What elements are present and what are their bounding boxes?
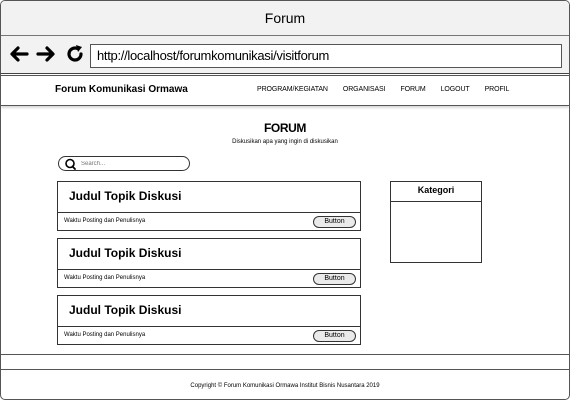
topic-card[interactable]: Judul Topik Diskusi Waktu Posting dan Pe… — [57, 238, 361, 288]
site-header: Forum Komunikasi Ormawa PROGRAM/KEGIATAN… — [1, 75, 569, 106]
topic-meta: Waktu Posting dan Penulisnya — [64, 332, 146, 338]
site-brand[interactable]: Forum Komunikasi Ormawa — [55, 84, 188, 95]
topic-title[interactable]: Judul Topik Diskusi — [69, 246, 181, 260]
back-icon[interactable] — [7, 42, 31, 66]
topic-meta-row: Waktu Posting dan Penulisnya Button — [58, 212, 360, 231]
topic-meta-row: Waktu Posting dan Penulisnya Button — [58, 269, 360, 288]
category-title: Kategori — [391, 182, 481, 202]
footer-divider — [1, 354, 569, 370]
url-field[interactable]: http://localhost/forumkomunikasi/visitfo… — [90, 44, 562, 68]
topic-button[interactable]: Button — [313, 330, 356, 342]
menu-item-organisasi[interactable]: ORGANISASI — [343, 86, 386, 93]
page-title: FORUM — [264, 121, 306, 135]
search-box[interactable] — [58, 156, 190, 171]
topic-card[interactable]: Judul Topik Diskusi Waktu Posting dan Pe… — [57, 295, 361, 345]
search-icon — [65, 158, 76, 170]
menu-item-profil[interactable]: PROFIL — [485, 86, 510, 93]
window-title: Forum — [264, 10, 306, 26]
title-bar: Forum — [1, 1, 569, 36]
footer-copyright: Copyright © Forum Komunikasi Ormawa Inst… — [190, 383, 380, 389]
browser-window: Forum http://localhost/forumkomunikasi/v… — [0, 0, 570, 400]
address-bar: http://localhost/forumkomunikasi/visitfo… — [1, 36, 569, 74]
page-subtitle: Diskusikan apa yang ingin di diskusikan — [232, 139, 338, 145]
menu-item-logout[interactable]: LOGOUT — [441, 86, 470, 93]
menu-item-forum[interactable]: FORUM — [400, 86, 425, 93]
category-panel: Kategori — [390, 181, 482, 263]
main-menu: PROGRAM/KEGIATAN ORGANISASI FORUM LOGOUT… — [257, 86, 524, 93]
topic-meta-row: Waktu Posting dan Penulisnya Button — [58, 326, 360, 345]
search-input[interactable] — [81, 158, 181, 170]
menu-item-program[interactable]: PROGRAM/KEGIATAN — [257, 86, 328, 93]
reload-icon[interactable] — [63, 42, 87, 66]
topic-button[interactable]: Button — [313, 273, 356, 285]
forward-icon[interactable] — [34, 42, 58, 66]
topic-title[interactable]: Judul Topik Diskusi — [69, 303, 181, 317]
topic-card[interactable]: Judul Topik Diskusi Waktu Posting dan Pe… — [57, 181, 361, 231]
topic-button[interactable]: Button — [313, 216, 356, 228]
topic-meta: Waktu Posting dan Penulisnya — [64, 218, 146, 224]
topic-meta: Waktu Posting dan Penulisnya — [64, 275, 146, 281]
topic-title[interactable]: Judul Topik Diskusi — [69, 189, 181, 203]
